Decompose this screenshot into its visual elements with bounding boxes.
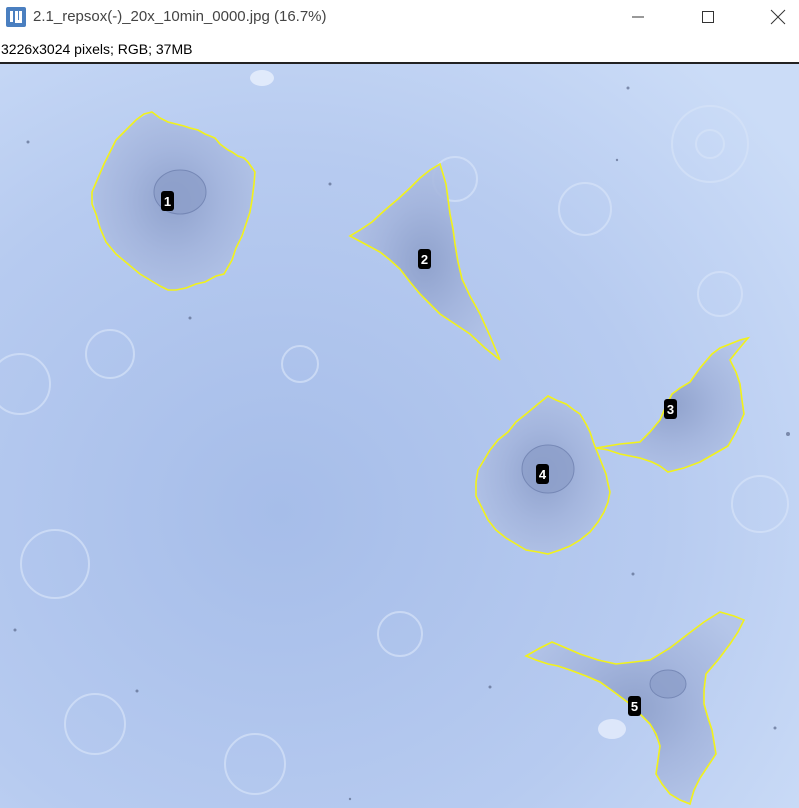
bright-speck [250, 70, 274, 86]
roi-label-5-text: 5 [631, 699, 638, 714]
roi-label-5[interactable]: 5 [628, 696, 641, 716]
close-icon [770, 9, 786, 25]
maximize-button[interactable] [685, 0, 731, 34]
window-title: 2.1_repsox(-)_20x_10min_0000.jpg (16.7%) [33, 8, 327, 25]
maximize-icon [702, 11, 714, 23]
imagej-app-icon [6, 7, 26, 27]
minimize-button[interactable] [615, 0, 661, 34]
roi-label-2-text: 2 [421, 252, 428, 267]
bright-speck [598, 719, 626, 739]
micrograph-image[interactable]: 1 2 3 4 5 [0, 64, 799, 808]
title-bar[interactable]: 2.1_repsox(-)_20x_10min_0000.jpg (16.7%) [0, 0, 799, 36]
roi-label-1[interactable]: 1 [161, 191, 174, 211]
roi-label-1-text: 1 [164, 194, 171, 209]
roi-label-3[interactable]: 3 [664, 399, 677, 419]
cell-5-nucleus [649, 669, 687, 699]
image-info-text: 3226x3024 pixels; RGB; 37MB [1, 41, 193, 57]
roi-label-4-text: 4 [539, 467, 547, 482]
image-canvas[interactable]: 1 2 3 4 5 [0, 62, 799, 808]
roi-label-2[interactable]: 2 [418, 249, 431, 269]
imagej-image-window: 2.1_repsox(-)_20x_10min_0000.jpg (16.7%)… [0, 0, 799, 808]
close-button[interactable] [755, 0, 799, 34]
roi-label-3-text: 3 [667, 402, 674, 417]
roi-label-4[interactable]: 4 [536, 464, 549, 484]
minimize-icon [632, 16, 644, 18]
image-info-bar: 3226x3024 pixels; RGB; 37MB [0, 38, 799, 62]
